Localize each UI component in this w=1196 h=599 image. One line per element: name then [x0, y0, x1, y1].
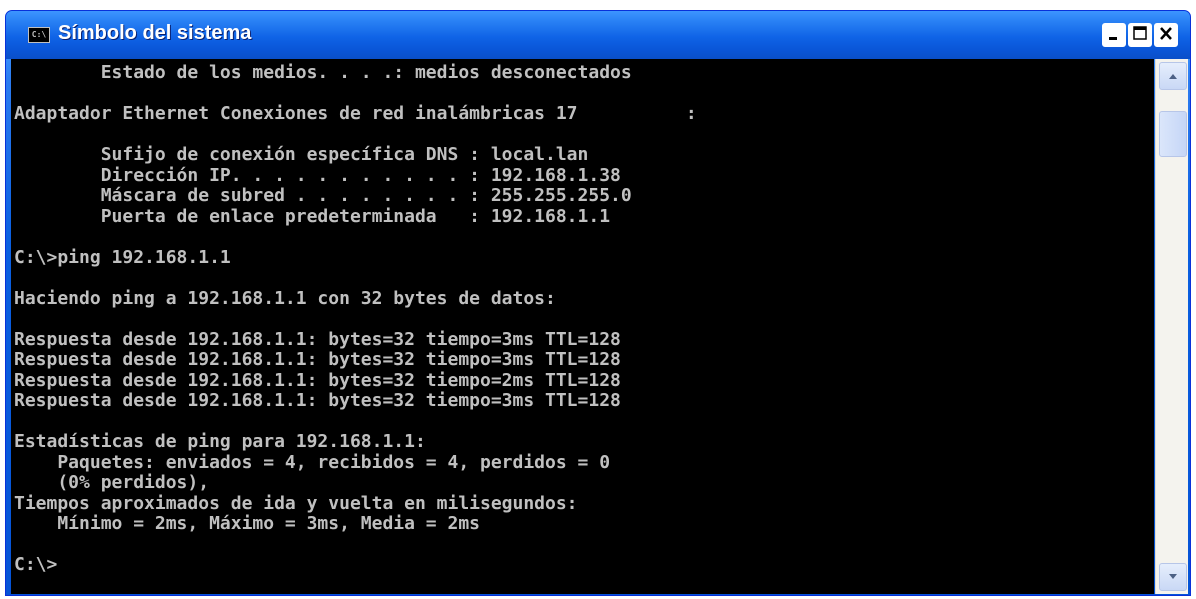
- console-line: C:\>ping 192.168.1.1: [14, 246, 231, 268]
- arrow-down-icon: [1169, 574, 1177, 579]
- console-line: Haciendo ping a 192.168.1.1 con 32 bytes…: [14, 287, 556, 309]
- console-line: Paquetes: enviados = 4, recibidos = 4, p…: [14, 451, 611, 473]
- maximize-icon: [1133, 26, 1147, 40]
- console-line: Respuesta desde 192.168.1.1: bytes=32 ti…: [14, 328, 621, 350]
- console-line: Respuesta desde 192.168.1.1: bytes=32 ti…: [14, 349, 621, 370]
- console-line: Estado de los medios. . . .: medios desc…: [14, 62, 632, 83]
- console-line: Respuesta desde 192.168.1.1: bytes=32 ti…: [14, 369, 621, 391]
- console-line: Sufijo de conexión específica DNS : loca…: [14, 144, 589, 165]
- command-prompt-window: C:\ Símbolo del sistema Estado de los me…: [5, 10, 1191, 596]
- console-line: Máscara de subred . . . . . . . . : 255.…: [14, 185, 632, 206]
- console-line: Tiempos aproximados de ida y vuelta en m…: [14, 492, 578, 514]
- console-line: Puerta de enlace predeterminada : 192.16…: [14, 205, 611, 227]
- scroll-thumb[interactable]: [1159, 111, 1187, 157]
- console-line: Dirección IP. . . . . . . . . . . : 192.…: [14, 164, 621, 186]
- arrow-up-icon: [1169, 74, 1177, 79]
- console-line: C:\>: [14, 554, 58, 575]
- maximize-button[interactable]: [1128, 23, 1152, 47]
- window-title: Símbolo del sistema: [58, 22, 252, 44]
- minimize-button[interactable]: [1102, 23, 1126, 47]
- console-line: (0% perdidos),: [14, 472, 210, 493]
- close-button[interactable]: [1154, 23, 1178, 47]
- vertical-scrollbar[interactable]: [1155, 59, 1188, 594]
- console-line: Adaptador Ethernet Conexiones de red ina…: [14, 103, 697, 124]
- console-output[interactable]: Estado de los medios. . . .: medios desc…: [11, 59, 1154, 594]
- scroll-down-button[interactable]: [1159, 563, 1187, 591]
- console-icon[interactable]: C:\: [28, 27, 50, 43]
- minimize-icon: [1109, 37, 1117, 40]
- console-line: Estadísticas de ping para 192.168.1.1:: [14, 431, 426, 452]
- title-bar[interactable]: C:\ Símbolo del sistema: [6, 11, 1190, 59]
- console-line: Respuesta desde 192.168.1.1: bytes=32 ti…: [14, 390, 621, 411]
- console-line: Mínimo = 2ms, Máximo = 3ms, Media = 2ms: [14, 513, 480, 534]
- close-icon: [1160, 27, 1172, 40]
- scroll-up-button[interactable]: [1159, 62, 1187, 90]
